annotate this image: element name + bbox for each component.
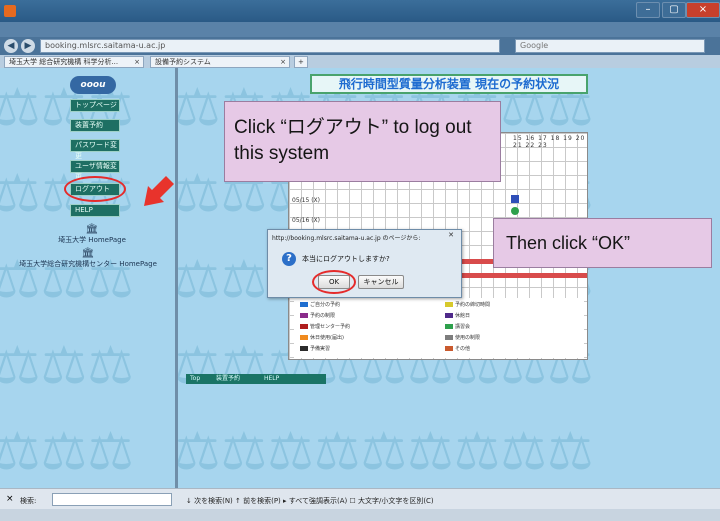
center-home-label: 埼玉大学総合研究機構センター HomePage bbox=[19, 260, 157, 268]
legend-label: 予備実習 bbox=[310, 346, 331, 352]
close-tab-icon[interactable]: × bbox=[280, 57, 286, 67]
cancel-button[interactable]: キャンセル bbox=[358, 275, 404, 289]
footer-link-top[interactable]: Top bbox=[190, 374, 200, 384]
legend-swatch bbox=[300, 335, 308, 340]
legend-item: 予約の締切時間 bbox=[445, 301, 490, 308]
nav-link-password[interactable]: パスワード変更 bbox=[70, 139, 120, 160]
legend-label: 管理センター予約 bbox=[310, 324, 351, 330]
scale-pattern-icon: ⚖⚖⚖⚖⚖⚖⚖⚖⚖ bbox=[178, 422, 594, 482]
url-field[interactable]: booking.mlsrc.saitama-u.ac.jp bbox=[40, 39, 500, 53]
scale-pattern-icon: ⚖⚖⚖ bbox=[0, 422, 134, 482]
logout-highlight-circle bbox=[64, 176, 126, 202]
help-link[interactable]: HELP bbox=[70, 204, 120, 217]
find-options[interactable]: ↓ 次を検索(N) ↑ 前を検索(P) ▸ すべて強調表示(A) ☐ 大文字/小… bbox=[186, 496, 434, 506]
reservation-cell[interactable] bbox=[511, 195, 519, 203]
nav-link-top[interactable]: トップページ bbox=[70, 99, 120, 112]
footer-link-help[interactable]: HELP bbox=[264, 374, 279, 384]
status-bar bbox=[0, 509, 720, 521]
browser-logo-icon bbox=[4, 5, 16, 17]
legend-swatch bbox=[445, 335, 453, 340]
legend-label: ご自分の予約 bbox=[310, 302, 341, 308]
sidebar-frame: ⚖⚖⚖ ⚖⚖⚖ ⚖⚖⚖ ⚖⚖⚖ ⚖⚖⚖ ooou トップページ 装置予約 パスワ… bbox=[0, 68, 175, 488]
legend-swatch bbox=[300, 324, 308, 329]
center-home-link[interactable]: 🏛 埼玉大学総合研究機構センター HomePage bbox=[18, 248, 158, 269]
legend-item: 予約の制限 bbox=[300, 312, 335, 319]
new-tab-button[interactable]: + bbox=[294, 56, 308, 68]
tab-label: 埼玉大学 総合研究機構 科学分析... bbox=[9, 58, 119, 66]
search-input[interactable]: Google bbox=[515, 39, 705, 53]
legend: ご自分の予約 予約の制限管理センター予約 休日使用(届出) 予備実習 予約の締切時間 休館… bbox=[294, 298, 584, 358]
reservation-cell[interactable] bbox=[511, 207, 519, 215]
grid-row-label: 05/15 (X) bbox=[292, 197, 320, 204]
title-bar: – ▢ × bbox=[0, 0, 720, 22]
ok-highlight-circle bbox=[312, 270, 356, 294]
close-button[interactable]: × bbox=[686, 2, 720, 18]
red-arrow-icon bbox=[144, 176, 174, 206]
question-icon: ? bbox=[282, 252, 296, 266]
univ-home-link[interactable]: 🏛 埼玉大学 HomePage bbox=[42, 224, 142, 245]
legend-swatch bbox=[445, 313, 453, 318]
ok-callout: Then click “OK” bbox=[493, 218, 712, 268]
legend-swatch bbox=[445, 346, 453, 351]
legend-label: 予約の制限 bbox=[310, 313, 336, 319]
legend-item: その他 bbox=[445, 345, 470, 352]
legend-item: 管理センター予約 bbox=[300, 323, 350, 330]
legend-swatch bbox=[300, 346, 308, 351]
dialog-message: 本当にログアウトしますか? bbox=[302, 255, 390, 263]
page-title: 飛行時間型質量分析装置 現在の予約状況 bbox=[310, 74, 588, 94]
address-bar: ◀ ▶ booking.mlsrc.saitama-u.ac.jp Google bbox=[0, 37, 720, 55]
legend-item: 休館日 bbox=[445, 312, 470, 319]
grid-hour-labels: 15 16 17 18 19 20 21 22 23 bbox=[513, 135, 586, 149]
legend-item: 講習会 bbox=[445, 323, 470, 330]
legend-label: 予約の締切時間 bbox=[455, 302, 491, 308]
nav-link-booking[interactable]: 装置予約 bbox=[70, 119, 120, 132]
find-label: 検索: bbox=[20, 497, 37, 505]
forward-icon[interactable]: ▶ bbox=[21, 39, 35, 53]
tab-booking[interactable]: 設備予約システム × bbox=[150, 56, 290, 68]
tab-label: 設備予約システム bbox=[155, 58, 211, 66]
univ-home-label: 埼玉大学 HomePage bbox=[58, 236, 126, 244]
legend-swatch bbox=[445, 324, 453, 329]
legend-item: 使用の制限 bbox=[445, 334, 480, 341]
tab-research[interactable]: 埼玉大学 総合研究機構 科学分析... × bbox=[4, 56, 144, 68]
close-find-icon[interactable]: × bbox=[6, 494, 14, 504]
nav-link-user-info[interactable]: ユーザ情報変更 bbox=[70, 160, 120, 181]
maximize-button[interactable]: ▢ bbox=[662, 2, 686, 18]
menu-bar bbox=[0, 22, 720, 37]
legend-label: その他 bbox=[455, 346, 471, 352]
legend-item: 予備実習 bbox=[300, 345, 330, 352]
legend-swatch bbox=[300, 302, 308, 307]
legend-label: 休日使用(届出) bbox=[310, 335, 344, 341]
legend-item: ご自分の予約 bbox=[300, 301, 340, 308]
logout-confirm-dialog: http://booking.mlsrc.saitama-u.ac.jp のペー… bbox=[267, 229, 462, 298]
find-input[interactable] bbox=[52, 493, 172, 506]
minimize-button[interactable]: – bbox=[636, 2, 660, 18]
legend-label: 休館日 bbox=[455, 313, 471, 319]
dialog-title: http://booking.mlsrc.saitama-u.ac.jp のペー… bbox=[272, 235, 421, 242]
legend-item: 休日使用(届出) bbox=[300, 334, 344, 341]
legend-swatch bbox=[445, 302, 453, 307]
building-icon: 🏛 bbox=[81, 248, 95, 259]
scale-pattern-icon: ⚖⚖⚖ bbox=[0, 336, 134, 396]
building-icon: 🏛 bbox=[85, 224, 99, 235]
find-bar: × 検索: ↓ 次を検索(N) ↑ 前を検索(P) ▸ すべて強調表示(A) ☐… bbox=[0, 488, 720, 509]
footer-links: Top 装置予約 HELP bbox=[186, 374, 326, 384]
close-tab-icon[interactable]: × bbox=[134, 57, 140, 67]
site-logo: ooou bbox=[70, 76, 116, 94]
legend-label: 講習会 bbox=[455, 324, 471, 330]
legend-label: 使用の制限 bbox=[455, 335, 481, 341]
logout-callout: Click “ログアウト” to log out this system bbox=[224, 101, 501, 182]
grid-row-label: 05/16 (X) bbox=[292, 217, 320, 224]
dialog-close-icon[interactable]: ✕ bbox=[444, 231, 458, 241]
back-icon[interactable]: ◀ bbox=[4, 39, 18, 53]
tab-strip: 埼玉大学 総合研究機構 科学分析... × 設備予約システム × + bbox=[0, 55, 720, 68]
legend-swatch bbox=[300, 313, 308, 318]
browser-window: – ▢ × ◀ ▶ booking.mlsrc.saitama-u.ac.jp … bbox=[0, 0, 720, 521]
footer-link-booking[interactable]: 装置予約 bbox=[216, 374, 240, 384]
